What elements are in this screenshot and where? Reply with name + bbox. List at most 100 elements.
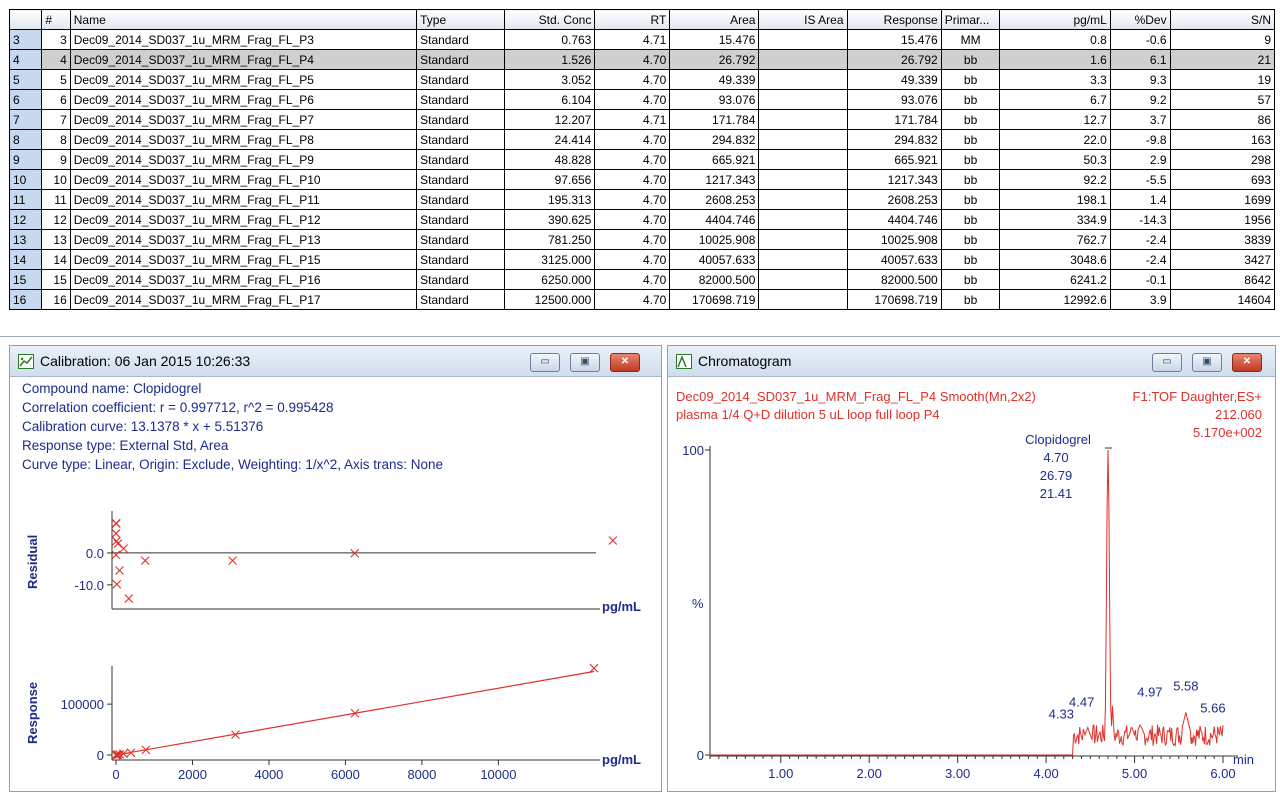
- cell-pct-dev: -5.5: [1109, 169, 1171, 190]
- col-header-is-area[interactable]: IS Area: [758, 9, 848, 30]
- cell-pct-dev: 3.9: [1109, 289, 1171, 310]
- cell-pct-dev: 2.9: [1109, 149, 1171, 170]
- cell-response: 10025.908: [846, 229, 942, 250]
- table-row[interactable]: 7 7 Dec09_2014_SD037_1u_MRM_Frag_FL_P7 Stan…: [8, 109, 1276, 130]
- cell-primary: bb: [940, 129, 1001, 150]
- response-x-label: pg/mL: [602, 752, 641, 767]
- chrom-y-label: %: [692, 596, 704, 611]
- cell-rownum: 11: [8, 189, 43, 210]
- cell-sn: 9: [1169, 29, 1276, 50]
- col-header-type[interactable]: Type: [416, 9, 506, 30]
- cell-pg-ml: 1.6: [999, 49, 1111, 70]
- cell-rownum: 12: [8, 209, 43, 230]
- cell-response: 93.076: [846, 89, 942, 110]
- cell-area: 1217.343: [669, 169, 760, 190]
- cell-std-conc: 24.414: [504, 129, 596, 150]
- cell-rt: 4.70: [594, 49, 671, 70]
- table-row[interactable]: 6 6 Dec09_2014_SD037_1u_MRM_Frag_FL_P6 Stan…: [8, 89, 1276, 110]
- cell-primary: bb: [940, 109, 1001, 130]
- table-row[interactable]: 16 16 Dec09_2014_SD037_1u_MRM_Frag_FL_P17 S…: [8, 289, 1276, 310]
- cell-sn: 19: [1169, 69, 1276, 90]
- cell-pct-dev: -14.3: [1109, 209, 1171, 230]
- residual-point: [140, 556, 150, 565]
- cell-response: 49.339: [846, 69, 942, 90]
- cell-index: 16: [41, 289, 71, 310]
- cell-index: 8: [41, 129, 71, 150]
- cell-name: Dec09_2014_SD037_1u_MRM_Frag_FL_P7: [69, 109, 418, 130]
- residual-x-label: pg/mL: [602, 599, 641, 614]
- table-row[interactable]: 9 9 Dec09_2014_SD037_1u_MRM_Frag_FL_P9 Stan…: [8, 149, 1276, 170]
- cell-type: Standard: [416, 249, 506, 270]
- cell-std-conc: 97.656: [504, 169, 596, 190]
- cell-std-conc: 12.207: [504, 109, 596, 130]
- cell-area: 4404.746: [669, 209, 760, 230]
- cell-response: 170698.719: [846, 289, 942, 310]
- table-row[interactable]: 10 10 Dec09_2014_SD037_1u_MRM_Frag_FL_P10 S…: [8, 169, 1276, 190]
- x-tick-label: 5.00: [1122, 766, 1147, 781]
- peak-sn-label: 21.41: [1040, 486, 1073, 501]
- cell-index: 5: [41, 69, 71, 90]
- cell-std-conc: 0.763: [504, 29, 596, 50]
- x-tick-label: 1.00: [768, 766, 793, 781]
- cell-primary: bb: [940, 289, 1001, 310]
- col-header-pg-ml[interactable]: pg/mL: [999, 9, 1111, 30]
- col-header-index[interactable]: #: [41, 9, 71, 30]
- col-header-std-conc[interactable]: Std. Conc: [504, 9, 596, 30]
- table-row[interactable]: 14 14 Dec09_2014_SD037_1u_MRM_Frag_FL_P15 S…: [8, 249, 1276, 270]
- col-header-primary[interactable]: Primar...: [940, 9, 1001, 30]
- cell-sn: 3427: [1169, 249, 1276, 270]
- cell-pg-ml: 6.7: [999, 89, 1111, 110]
- function-header: F1:TOF Daughter,ES+: [1133, 389, 1262, 404]
- response-plot: 100000 0 Response pg/mL 0 2000 4000 6000 800…: [25, 663, 641, 782]
- cell-sn: 3839: [1169, 229, 1276, 250]
- x-tick-label: 10000: [480, 767, 516, 782]
- cell-area: 171.784: [669, 109, 760, 130]
- cell-primary: bb: [940, 69, 1001, 90]
- cell-is-area: [758, 209, 848, 230]
- residual-point: [124, 594, 134, 603]
- table-row[interactable]: 5 5 Dec09_2014_SD037_1u_MRM_Frag_FL_P5 Stan…: [8, 69, 1276, 90]
- cell-pg-ml: 3.3: [999, 69, 1111, 90]
- col-header-rt[interactable]: RT: [594, 9, 671, 30]
- cell-pg-ml: 334.9: [999, 209, 1111, 230]
- cell-name: Dec09_2014_SD037_1u_MRM_Frag_FL_P9: [69, 149, 418, 170]
- cell-pct-dev: 9.3: [1109, 69, 1171, 90]
- col-header-name[interactable]: Name: [69, 9, 418, 30]
- cell-std-conc: 3.052: [504, 69, 596, 90]
- table-row[interactable]: 11 11 Dec09_2014_SD037_1u_MRM_Frag_FL_P11 S…: [8, 189, 1276, 210]
- col-header-response[interactable]: Response: [846, 9, 942, 30]
- cell-index: 13: [41, 229, 71, 250]
- cell-name: Dec09_2014_SD037_1u_MRM_Frag_FL_P4: [69, 49, 418, 70]
- intensity-header: 5.170e+002: [1193, 425, 1262, 440]
- cell-primary: bb: [940, 89, 1001, 110]
- col-header-sn[interactable]: S/N: [1169, 9, 1276, 30]
- cell-pct-dev: -0.6: [1109, 29, 1171, 50]
- cell-rt: 4.70: [594, 209, 671, 230]
- mass-header: 212.060: [1215, 407, 1262, 422]
- table-row[interactable]: 4 4 Dec09_2014_SD037_1u_MRM_Frag_FL_P4 Stan…: [8, 49, 1276, 70]
- residual-points: [111, 518, 618, 603]
- cell-sn: 86: [1169, 109, 1276, 130]
- table-row[interactable]: 15 15 Dec09_2014_SD037_1u_MRM_Frag_FL_P16 S…: [8, 269, 1276, 290]
- residual-point: [115, 566, 124, 575]
- cell-primary: bb: [940, 269, 1001, 290]
- peak-name-label: Clopidogrel: [1025, 432, 1091, 447]
- cell-pg-ml: 0.8: [999, 29, 1111, 50]
- cell-sn: 1699: [1169, 189, 1276, 210]
- table-row[interactable]: 13 13 Dec09_2014_SD037_1u_MRM_Frag_FL_P13 S…: [8, 229, 1276, 250]
- peak-label: 4.47: [1069, 695, 1094, 710]
- cell-rt: 4.70: [594, 249, 671, 270]
- table-row[interactable]: 8 8 Dec09_2014_SD037_1u_MRM_Frag_FL_P8 Stan…: [8, 129, 1276, 150]
- cell-is-area: [758, 129, 848, 150]
- cell-is-area: [758, 29, 848, 50]
- cell-area: 665.921: [669, 149, 760, 170]
- response-y-label: Response: [25, 682, 40, 744]
- table-row[interactable]: 12 12 Dec09_2014_SD037_1u_MRM_Frag_FL_P12 S…: [8, 209, 1276, 230]
- col-header-pct-dev[interactable]: %Dev: [1109, 9, 1171, 30]
- table-row[interactable]: 3 3 Dec09_2014_SD037_1u_MRM_Frag_FL_P3 Stan…: [8, 29, 1276, 50]
- cell-name: Dec09_2014_SD037_1u_MRM_Frag_FL_P16: [69, 269, 418, 290]
- x-tick-label: 3.00: [945, 766, 970, 781]
- col-header-rownum[interactable]: [8, 9, 43, 30]
- col-header-area[interactable]: Area: [669, 9, 760, 30]
- cell-type: Standard: [416, 89, 506, 110]
